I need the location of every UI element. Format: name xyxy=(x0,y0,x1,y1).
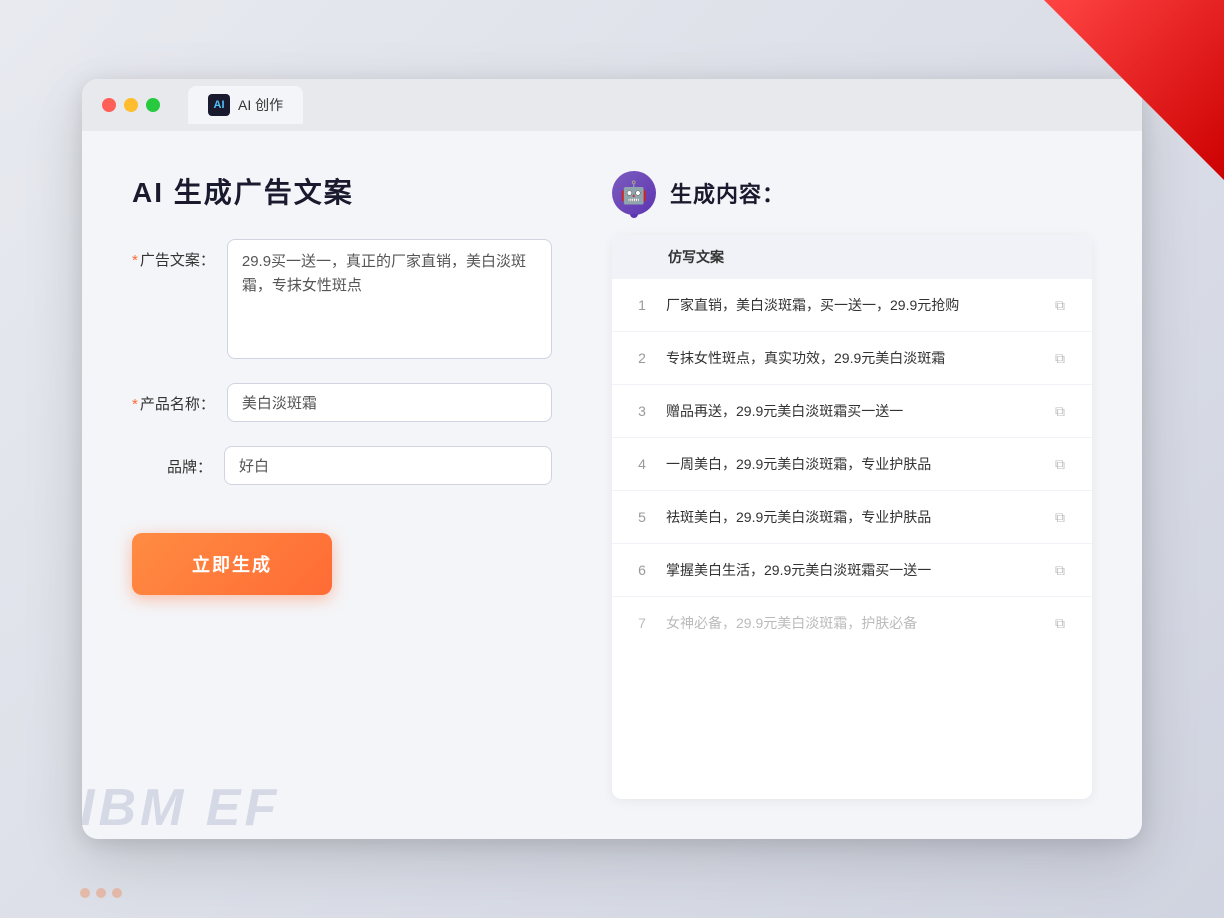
row-content: 厂家直销，美白淡斑霜，买一送一，29.9元抢购 xyxy=(666,295,1034,316)
row-number: 4 xyxy=(632,456,652,472)
generate-button[interactable]: 立即生成 xyxy=(132,533,332,595)
robot-icon: 🤖 xyxy=(612,171,656,215)
bg-dots xyxy=(80,888,122,898)
row-content: 女神必备，29.9元美白淡斑霜，护肤必备 xyxy=(666,613,1034,634)
row-number: 1 xyxy=(632,297,652,313)
ai-tab-icon: AI xyxy=(208,94,230,116)
copy-icon[interactable]: ⧉ xyxy=(1048,558,1072,582)
table-row: 1 厂家直销，美白淡斑霜，买一送一，29.9元抢购 ⧉ xyxy=(612,279,1092,332)
minimize-button[interactable] xyxy=(124,98,138,112)
row-number: 6 xyxy=(632,562,652,578)
maximize-button[interactable] xyxy=(146,98,160,112)
result-table: 仿写文案 1 厂家直销，美白淡斑霜，买一送一，29.9元抢购 ⧉ 2 专抹女性斑… xyxy=(612,235,1092,799)
copy-icon[interactable]: ⧉ xyxy=(1048,346,1072,370)
tab-bar: AI AI 创作 xyxy=(188,86,303,124)
ibm-ef-label: IBM EF xyxy=(80,778,280,838)
row-number: 3 xyxy=(632,403,652,419)
row-content: 掌握美白生活，29.9元美白淡斑霜买一送一 xyxy=(666,560,1034,581)
window-controls xyxy=(102,98,160,112)
page-title: AI 生成广告文案 xyxy=(132,171,552,211)
table-row: 2 专抹女性斑点，真实功效，29.9元美白淡斑霜 ⧉ xyxy=(612,332,1092,385)
browser-titlebar: AI AI 创作 xyxy=(82,79,1142,131)
product-name-input[interactable] xyxy=(227,383,552,422)
close-button[interactable] xyxy=(102,98,116,112)
result-header: 🤖 生成内容： xyxy=(612,171,1092,215)
brand-input[interactable] xyxy=(224,446,552,485)
row-content: 专抹女性斑点，真实功效，29.9元美白淡斑霜 xyxy=(666,348,1034,369)
row-number: 5 xyxy=(632,509,652,525)
ai-tab-title: AI 创作 xyxy=(238,95,283,115)
table-row: 3 赠品再送，29.9元美白淡斑霜买一送一 ⧉ xyxy=(612,385,1092,438)
copy-icon[interactable]: ⧉ xyxy=(1048,611,1072,635)
form-section: *广告文案： *产品名称： 品牌： xyxy=(132,239,552,485)
table-row: 5 祛斑美白，29.9元美白淡斑霜，专业护肤品 ⧉ xyxy=(612,491,1092,544)
ad-copy-input[interactable] xyxy=(227,239,552,359)
ai-tab[interactable]: AI AI 创作 xyxy=(188,86,303,124)
ad-copy-label: *广告文案： xyxy=(132,239,215,270)
right-panel: 🤖 生成内容： 仿写文案 1 厂家直销，美白淡斑霜，买一送一，29.9元抢购 ⧉… xyxy=(612,171,1092,799)
product-name-label: *产品名称： xyxy=(132,383,215,414)
ad-copy-row: *广告文案： xyxy=(132,239,552,359)
row-number: 7 xyxy=(632,615,652,631)
row-content: 祛斑美白，29.9元美白淡斑霜，专业护肤品 xyxy=(666,507,1034,528)
table-row: 6 掌握美白生活，29.9元美白淡斑霜买一送一 ⧉ xyxy=(612,544,1092,597)
copy-icon[interactable]: ⧉ xyxy=(1048,293,1072,317)
copy-icon[interactable]: ⧉ xyxy=(1048,505,1072,529)
result-title: 生成内容： xyxy=(670,177,785,209)
browser-window: AI AI 创作 AI 生成广告文案 *广告文案： xyxy=(82,79,1142,839)
table-row: 4 一周美白，29.9元美白淡斑霜，专业护肤品 ⧉ xyxy=(612,438,1092,491)
left-panel: AI 生成广告文案 *广告文案： *产品名称： xyxy=(132,171,552,799)
row-content: 赠品再送，29.9元美白淡斑霜买一送一 xyxy=(666,401,1034,422)
row-number: 2 xyxy=(632,350,652,366)
row-content: 一周美白，29.9元美白淡斑霜，专业护肤品 xyxy=(666,454,1034,475)
brand-label: 品牌： xyxy=(132,446,212,477)
results-container: 1 厂家直销，美白淡斑霜，买一送一，29.9元抢购 ⧉ 2 专抹女性斑点，真实功… xyxy=(612,279,1092,649)
table-header-text: 仿写文案 xyxy=(632,247,724,267)
copy-icon[interactable]: ⧉ xyxy=(1048,452,1072,476)
main-content: AI 生成广告文案 *广告文案： *产品名称： xyxy=(82,131,1142,839)
table-header: 仿写文案 xyxy=(612,235,1092,279)
product-name-row: *产品名称： xyxy=(132,383,552,422)
table-row: 7 女神必备，29.9元美白淡斑霜，护肤必备 ⧉ xyxy=(612,597,1092,649)
brand-row: 品牌： xyxy=(132,446,552,485)
copy-icon[interactable]: ⧉ xyxy=(1048,399,1072,423)
